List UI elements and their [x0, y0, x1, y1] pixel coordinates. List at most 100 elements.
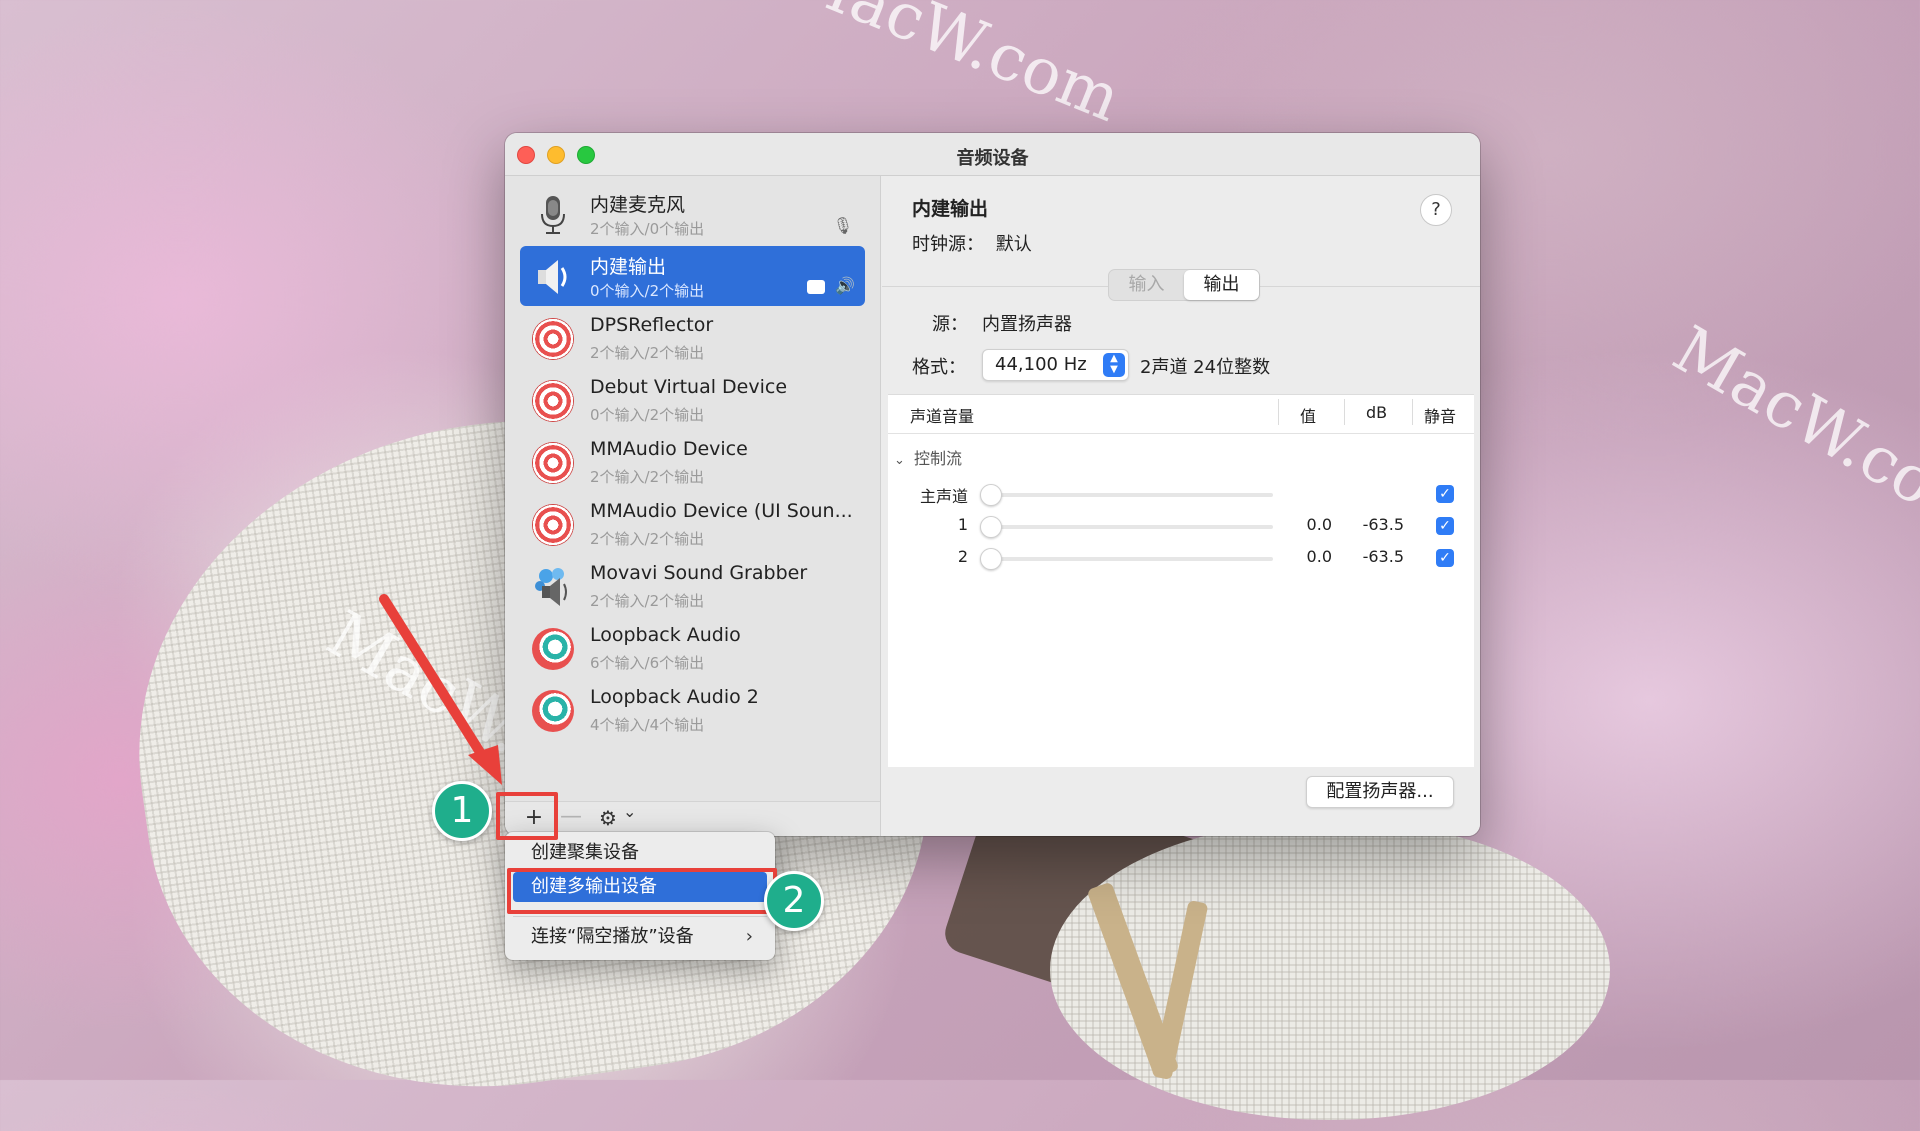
device-name: MMAudio Device — [590, 438, 748, 460]
volume-slider[interactable] — [988, 557, 1273, 561]
mute-checkbox[interactable]: ✓ — [1436, 485, 1454, 503]
device-io: 0个输入/2个输出 — [590, 406, 705, 424]
source-label: 源： — [932, 314, 968, 335]
sidebar-toolbar: + — ⚙ ⌄ — [505, 801, 880, 836]
device-detail-pane: 内建输出 时钟源： 默认 ? 输入 输出 源： 内置扬声器 格式： 44,100… — [882, 176, 1480, 836]
device-item-movavi[interactable]: Movavi Sound Grabber 2个输入/2个输出 — [520, 556, 865, 616]
device-name: DPSReflector — [590, 314, 714, 336]
channel-value: 0.0 — [1306, 515, 1332, 534]
format-description: 2声道 24位整数 — [1140, 357, 1271, 378]
speaker-icon — [532, 566, 574, 608]
device-item-mmaudio[interactable]: MMAudio Device 2个输入/2个输出 — [520, 432, 865, 492]
gear-icon: ⚙ — [599, 806, 617, 830]
configure-speakers-button[interactable]: 配置扬声器... — [1306, 776, 1454, 808]
alert-sound-icon — [807, 280, 825, 294]
device-io: 2个输入/2个输出 — [590, 468, 705, 486]
tab-input[interactable]: 输入 — [1109, 270, 1184, 300]
step-badge-2: 2 — [764, 871, 824, 931]
group-disclosure[interactable]: ⌄ 控制流 — [894, 445, 962, 469]
clock-source: 时钟源： 默认 — [912, 230, 1032, 256]
chevron-down-icon: ⌄ — [623, 802, 637, 821]
clock-source-label: 时钟源： — [912, 234, 984, 255]
column-separator — [1412, 399, 1413, 425]
menu-item-create-aggregate[interactable]: 创建聚集设备 — [513, 838, 767, 868]
title-bar: 音频设备 — [505, 133, 1480, 176]
target-icon — [532, 504, 574, 546]
format-label: 格式： — [912, 357, 966, 378]
help-button[interactable]: ? — [1420, 194, 1452, 226]
row-label: 2 — [957, 547, 968, 566]
column-header-mute: 静音 — [1424, 407, 1457, 426]
annotation-arrow — [379, 594, 502, 785]
menu-item-connect-airplay[interactable]: 连接“隔空播放”设备 › — [513, 922, 767, 952]
device-io: 2个输入/2个输出 — [590, 344, 705, 362]
device-name: Movavi Sound Grabber — [590, 562, 808, 584]
window-title: 音频设备 — [956, 148, 1029, 169]
gear-menu-button[interactable]: ⚙ ⌄ — [595, 802, 643, 832]
tab-output[interactable]: 输出 — [1184, 270, 1259, 300]
slider-knob[interactable] — [980, 516, 1002, 538]
watermark: MacW.com — [778, 0, 1131, 137]
group-label: 控制流 — [914, 449, 963, 468]
device-name: 内建输出 — [590, 256, 667, 278]
source-value: 内置扬声器 — [982, 314, 1072, 335]
remove-device-button[interactable]: — — [559, 804, 583, 830]
watermark: MacW.co — [1660, 312, 1920, 522]
highlight-box-multi-output — [507, 868, 777, 914]
column-header-value: 值 — [1300, 407, 1317, 426]
highlight-box-add — [496, 792, 558, 840]
clock-source-value[interactable]: 默认 — [996, 234, 1032, 255]
mic-indicator-icon: 🎙 — [832, 216, 853, 235]
microphone-icon — [532, 194, 574, 236]
menu-separator — [513, 916, 767, 917]
device-item-builtin-output[interactable]: 内建输出 0个输入/2个输出 🔊 — [520, 246, 865, 306]
device-item-builtin-mic[interactable]: 内建麦克风 2个输入/0个输出 🎙 — [520, 184, 865, 244]
select-stepper-icon: ▲ ▼ — [1103, 353, 1125, 377]
channel-value: 0.0 — [1306, 547, 1332, 566]
speaker-icon — [532, 256, 574, 298]
column-separator — [1278, 399, 1279, 425]
mute-checkbox[interactable]: ✓ — [1436, 517, 1454, 535]
device-name: Loopback Audio — [590, 624, 741, 646]
column-header-db: dB — [1366, 403, 1388, 422]
device-name: 内建麦克风 — [590, 194, 686, 216]
channel-volume-table: 声道音量 值 dB 静音 ⌄ 控制流 主声道 ✓ 1 0.0 -63.5 ✓ 2… — [888, 394, 1474, 767]
menu-item-label: 连接“隔空播放”设备 — [531, 926, 694, 947]
channel-db: -63.5 — [1362, 515, 1404, 534]
format-select[interactable]: 44,100 Hz ▲ ▼ — [982, 349, 1129, 381]
output-speaker-icon: 🔊 — [835, 276, 855, 295]
device-title: 内建输出 — [912, 198, 989, 220]
device-item-dpsreflector[interactable]: DPSReflector 2个输入/2个输出 — [520, 308, 865, 368]
device-item-loopback[interactable]: Loopback Audio 6个输入/6个输出 — [520, 618, 865, 678]
audio-devices-window: 音频设备 内建麦克风 2个输入/0个输出 🎙 内建输出 0个输入/2个输出 🔊 … — [505, 133, 1480, 836]
target-icon — [532, 318, 574, 360]
io-segmented-control: 输入 输出 — [1108, 269, 1260, 301]
device-name: MMAudio Device (UI Soun... — [590, 500, 853, 522]
device-io: 2个输入/2个输出 — [590, 530, 705, 548]
chevron-right-icon: › — [745, 926, 753, 947]
column-separator — [1344, 399, 1345, 425]
target-icon — [532, 442, 574, 484]
header-divider — [888, 433, 1474, 434]
device-list: 内建麦克风 2个输入/0个输出 🎙 内建输出 0个输入/2个输出 🔊 DPSRe… — [505, 176, 881, 836]
step-badge-1: 1 — [432, 781, 492, 841]
row-label: 1 — [957, 515, 968, 534]
slider-knob[interactable] — [980, 548, 1002, 570]
device-io: 2个输入/0个输出 — [590, 220, 705, 238]
device-item-loopback-2[interactable]: Loopback Audio 2 4个输入/4个输出 — [520, 680, 865, 740]
row-label: 主声道 — [919, 487, 968, 506]
device-name: Debut Virtual Device — [590, 376, 788, 398]
device-item-debut[interactable]: Debut Virtual Device 0个输入/2个输出 — [520, 370, 865, 430]
device-io: 2个输入/2个输出 — [590, 592, 705, 610]
volume-slider[interactable] — [988, 525, 1273, 529]
device-io: 6个输入/6个输出 — [590, 654, 705, 672]
loopback-icon — [532, 628, 574, 670]
column-header-volume: 声道音量 — [910, 407, 975, 426]
device-name: Loopback Audio 2 — [590, 686, 759, 708]
chevron-down-icon: ⌄ — [894, 453, 905, 468]
mute-checkbox[interactable]: ✓ — [1436, 549, 1454, 567]
volume-slider[interactable] — [988, 493, 1273, 497]
slider-knob[interactable] — [980, 484, 1002, 506]
device-item-mmaudio-ui[interactable]: MMAudio Device (UI Soun... 2个输入/2个输出 — [520, 494, 865, 554]
channel-db: -63.5 — [1362, 547, 1404, 566]
